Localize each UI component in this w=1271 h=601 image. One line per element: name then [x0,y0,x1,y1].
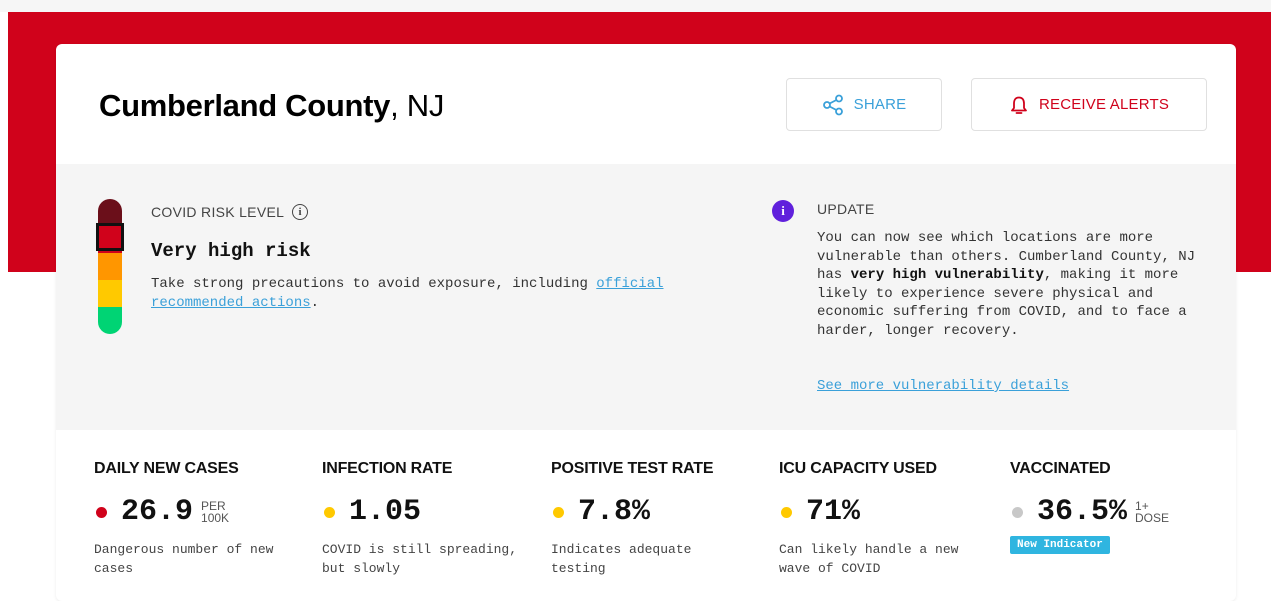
risk-meter-segment-1 [98,199,122,226]
info-icon[interactable]: i [292,204,309,220]
metric-unit: 1+ DOSE [1135,500,1169,524]
metric-unit: PER 100K [201,500,229,524]
metric-label: ICU CAPACITY USED [779,460,937,477]
metric-daily-new-cases[interactable]: DAILY NEW CASES 26.9 PER 100K Dangerous n… [94,460,314,578]
metric-description: Dangerous number of new cases [94,542,274,576]
receive-alerts-button[interactable]: RECEIVE ALERTS [971,78,1207,131]
risk-description-text: Take strong precautions to avoid exposur… [151,276,597,292]
metric-label: POSITIVE TEST RATE [551,460,714,477]
metric-vaccinated[interactable]: VACCINATED 36.5% 1+ DOSE New Indicator [1010,460,1230,554]
vulnerability-level: very high vulnerability [850,267,1044,283]
risk-level-heading: COVID RISK LEVEL i [151,204,309,220]
risk-meter-segment-3 [98,253,122,280]
risk-meter-segment-5 [98,307,122,334]
state-name: , NJ [390,88,445,123]
top-strip [0,0,1271,12]
update-title: UPDATE [817,201,875,217]
vulnerability-details-link[interactable]: See more vulnerability details [817,378,1069,394]
risk-meter-segment-4 [98,280,122,307]
status-dot [553,506,564,518]
metric-description: COVID is still spreading, but slowly [322,542,518,576]
metric-icu-capacity-used[interactable]: ICU CAPACITY USED 71% Can likely handle … [779,460,999,578]
status-dot [96,506,107,518]
metric-positive-test-rate[interactable]: POSITIVE TEST RATE 7.8% Indicates adequa… [551,460,771,578]
metric-description: Can likely handle a new wave of COVID [779,542,959,576]
metric-label: VACCINATED [1010,460,1111,477]
status-dot [781,506,792,518]
metric-value: 26.9 [121,495,194,529]
location-card: Cumberland County, NJ SHARE RECEIVE ALER… [56,44,1236,601]
county-name: Cumberland County [99,88,391,123]
page-title: Cumberland County, NJ [99,88,444,124]
metric-label: DAILY NEW CASES [94,460,239,477]
alerts-label: RECEIVE ALERTS [1038,96,1170,113]
metric-infection-rate[interactable]: INFECTION RATE 1.05 COVID is still sprea… [322,460,542,578]
metric-description: Indicates adequate testing [551,542,692,576]
update-info-icon: i [772,200,794,222]
risk-level-marker [96,223,124,251]
metric-value: 1.05 [349,495,422,529]
share-label: SHARE [853,96,907,113]
risk-level-label: COVID RISK LEVEL [151,204,285,220]
risk-level-value: Very high risk [151,240,311,262]
status-dot [1012,506,1023,518]
risk-description: Take strong precautions to avoid exposur… [151,275,711,313]
risk-panel: COVID RISK LEVEL i Very high risk Take s… [56,164,1236,430]
share-icon [822,94,844,116]
risk-description-end: . [310,295,320,311]
bell-icon [1009,95,1029,115]
metric-value: 7.8% [578,495,651,529]
metric-unit-line2: 100K [201,511,230,525]
update-body: You can now see which locations are more… [817,229,1197,340]
share-button[interactable]: SHARE [786,78,942,131]
metric-value: 71% [806,495,861,529]
metric-value: 36.5% [1037,495,1128,529]
status-dot [324,506,335,518]
risk-level-meter [98,199,122,334]
new-indicator-badge: New Indicator [1010,536,1110,554]
metric-unit-line2: DOSE [1135,511,1170,525]
metric-label: INFECTION RATE [322,460,453,477]
